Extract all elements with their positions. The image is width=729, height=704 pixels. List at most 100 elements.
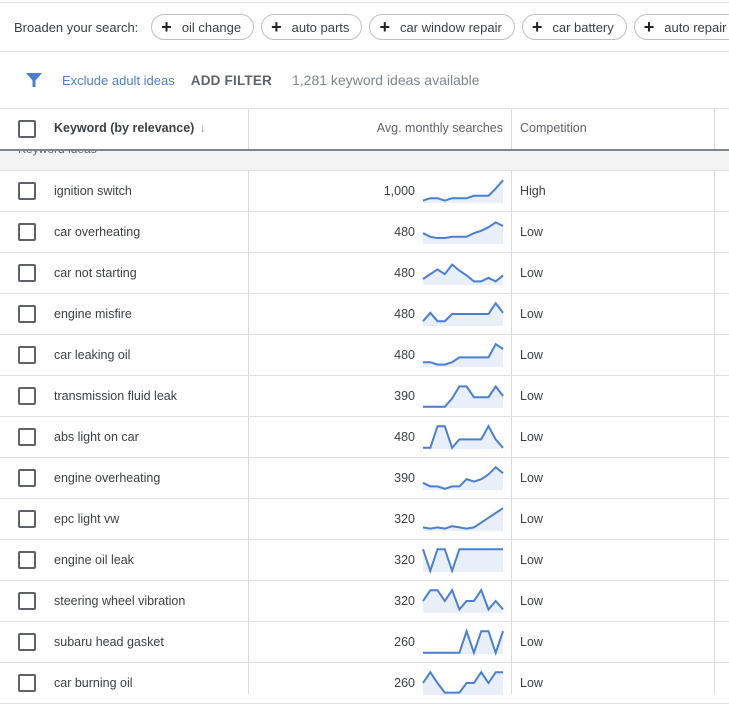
chip-oil-change[interactable]: + oil change — [151, 14, 255, 40]
trend-sparkline[interactable] — [422, 179, 504, 203]
chip-label: car battery — [552, 19, 614, 35]
avg-monthly-searches-cell: 480 — [394, 430, 415, 444]
competition-cell: Low — [520, 635, 543, 649]
row-checkbox[interactable] — [18, 223, 36, 241]
keyword-cell: engine misfire — [54, 307, 132, 321]
avg-monthly-searches-cell: 1,000 — [383, 184, 415, 198]
avg-monthly-searches-cell: 260 — [394, 635, 415, 649]
trend-sparkline[interactable] — [422, 465, 504, 490]
table-row: car not starting 480 Low — [0, 253, 729, 294]
sparkline-area — [423, 180, 503, 203]
keyword-cell: epc light vw — [54, 512, 120, 526]
trend-sparkline[interactable] — [422, 261, 504, 285]
chip-label: auto repair near me — [664, 19, 729, 35]
sparkline-area — [423, 386, 503, 408]
column-header-keyword-label: Keyword (by relevance) — [54, 121, 195, 135]
keyword-cell: engine oil leak — [54, 553, 134, 567]
row-checkbox[interactable] — [18, 469, 36, 487]
arrow-down-icon: ↓ — [199, 121, 206, 135]
competition-cell: Low — [520, 594, 543, 608]
row-checkbox[interactable] — [18, 428, 36, 446]
trend-sparkline[interactable] — [422, 301, 504, 326]
trend-sparkline[interactable] — [423, 342, 504, 367]
row-checkbox[interactable] — [18, 510, 36, 528]
row-checkbox[interactable] — [18, 387, 36, 405]
chip-car-window-repair[interactable]: + car window repair — [369, 14, 515, 40]
keyword-table: Keyword (by relevance) ↓ Avg. monthly sea… — [0, 109, 729, 149]
avg-monthly-searches-cell: 480 — [394, 266, 415, 280]
keyword-cell: car not starting — [54, 266, 137, 280]
keyword-cell: engine overheating — [54, 471, 161, 485]
chip-label: oil change — [181, 19, 242, 35]
trend-sparkline[interactable] — [423, 384, 504, 408]
exclude-adult-ideas-link[interactable]: Exclude adult ideas — [62, 73, 175, 88]
chip-car-battery[interactable]: + car battery — [521, 14, 627, 40]
column-header-avg-monthly-searches[interactable]: Avg. monthly searches — [377, 121, 503, 135]
trend-sparkline[interactable] — [422, 548, 503, 574]
column-header-keyword[interactable]: Keyword (by relevance) ↓ — [54, 121, 206, 135]
group-row-keyword-ideas: Keyword ideas — [0, 151, 729, 170]
table-row: car burning oil 260 Low — [0, 663, 729, 704]
table-row: engine oil leak 320 Low — [0, 540, 729, 581]
row-checkbox[interactable] — [18, 346, 36, 364]
keyword-cell: ignition switch — [54, 184, 132, 198]
avg-monthly-searches-cell: 260 — [394, 676, 415, 690]
competition-cell: Low — [520, 389, 543, 403]
trend-sparkline[interactable] — [422, 670, 503, 695]
row-checkbox[interactable] — [18, 592, 36, 610]
competition-cell: Low — [520, 225, 543, 239]
sparkline-area — [423, 672, 503, 695]
chip-auto-repair[interactable]: + auto repair near me — [633, 14, 729, 40]
keyword-cell: abs light on car — [54, 430, 139, 444]
competition-cell: Low — [520, 471, 543, 485]
filter-icon[interactable] — [25, 71, 43, 89]
trend-sparkline[interactable] — [423, 628, 504, 656]
table-row: abs light on car 480 Low — [0, 417, 729, 458]
competition-cell: Low — [520, 676, 543, 690]
table-row: ignition switch 1,000 High — [0, 171, 729, 212]
plus-icon: + — [643, 17, 655, 37]
competition-cell: Low — [520, 512, 543, 526]
divider — [0, 51, 729, 52]
chip-label: auto parts — [291, 19, 350, 35]
plus-icon: + — [379, 17, 390, 37]
table-row: engine overheating 390 Low — [0, 458, 729, 499]
table-row: car overheating 480 Low — [0, 212, 729, 253]
avg-monthly-searches-cell: 480 — [394, 307, 415, 321]
table-row: car leaking oil 480 Low — [0, 335, 729, 376]
trend-sparkline[interactable] — [422, 507, 504, 531]
trend-sparkline[interactable] — [423, 424, 504, 450]
trend-sparkline[interactable] — [422, 588, 504, 613]
avg-monthly-searches-cell: 320 — [394, 594, 415, 608]
plus-icon: + — [161, 17, 172, 37]
avg-monthly-searches-cell: 320 — [394, 553, 415, 567]
chip-auto-parts[interactable]: + auto parts — [261, 14, 363, 40]
row-checkbox[interactable] — [18, 264, 36, 282]
trend-sparkline[interactable] — [422, 220, 504, 244]
avg-monthly-searches-cell: 390 — [394, 471, 415, 485]
table-row: engine misfire 480 Low — [0, 294, 729, 335]
row-checkbox[interactable] — [18, 182, 36, 200]
avg-monthly-searches-cell: 320 — [394, 512, 415, 526]
row-checkbox[interactable] — [18, 674, 36, 692]
row-checkbox[interactable] — [18, 633, 36, 651]
table-row: steering wheel vibration 320 Low — [0, 581, 729, 622]
sparkline-area — [423, 549, 503, 572]
column-header-competition[interactable]: Competition — [520, 121, 587, 135]
top-divider — [0, 2, 729, 3]
broaden-search-label: Broaden your search: — [14, 19, 139, 35]
competition-cell: Low — [520, 553, 543, 567]
select-all-checkbox[interactable] — [18, 120, 36, 138]
competition-cell: Low — [520, 348, 543, 362]
add-filter-button[interactable]: ADD FILTER — [191, 73, 272, 88]
row-checkbox[interactable] — [18, 305, 36, 323]
keyword-cell: steering wheel vibration — [54, 594, 186, 608]
competition-cell: High — [520, 184, 546, 198]
filter-bar: Exclude adult ideas ADD FILTER 1,281 key… — [0, 64, 729, 96]
avg-monthly-searches-cell: 390 — [394, 389, 415, 403]
competition-cell: Low — [520, 307, 543, 321]
keyword-ideas-count: 1,281 keyword ideas available — [292, 72, 480, 88]
row-checkbox[interactable] — [18, 551, 36, 569]
avg-monthly-searches-cell: 480 — [394, 225, 415, 239]
competition-cell: Low — [520, 266, 543, 280]
